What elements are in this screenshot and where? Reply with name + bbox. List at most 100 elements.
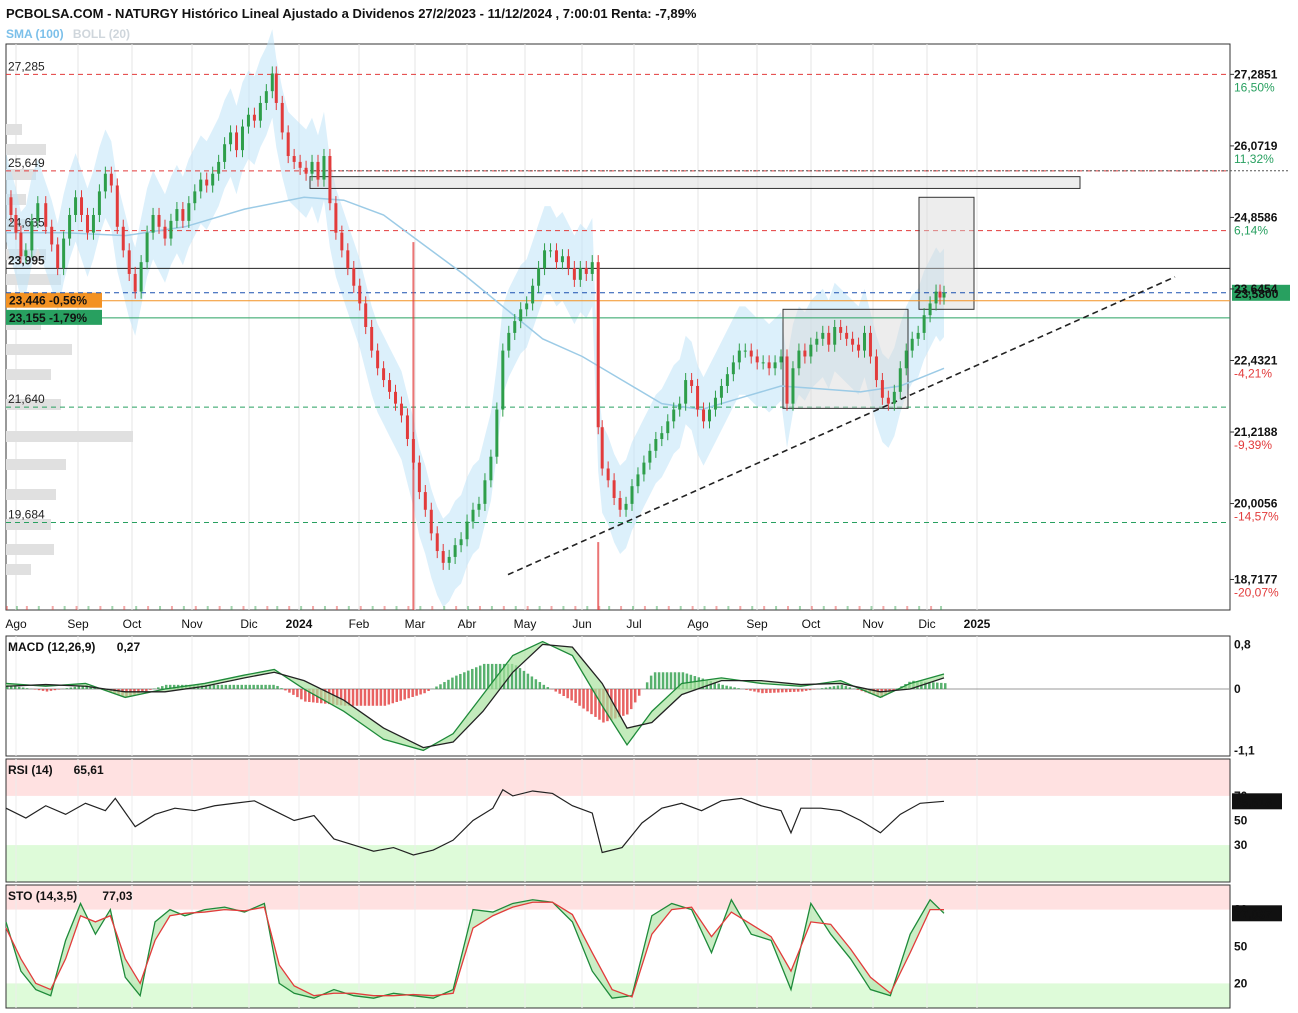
macd-histogram-bar [459, 673, 462, 690]
y-pct-label: 11,32% [1234, 152, 1274, 166]
candle-body [304, 167, 308, 174]
macd-histogram-bar [522, 670, 526, 690]
volume-bar [691, 606, 694, 610]
volume-bar [288, 606, 291, 610]
macd-histogram-bar [590, 689, 593, 715]
macd-histogram-bar [228, 684, 232, 690]
candle-body [280, 102, 284, 133]
volume-bar [63, 606, 66, 610]
candle-body [91, 214, 95, 233]
panel-tick-label: 0,8 [1234, 637, 1251, 651]
volume-profile-bar [6, 544, 54, 555]
candle-body [163, 226, 167, 239]
volume-bar [266, 606, 269, 610]
candle-body [513, 321, 517, 333]
macd-histogram-bar [574, 689, 577, 703]
candle-body [934, 291, 938, 304]
candle-body [115, 185, 119, 227]
y-tick-label: 23,6454 [1234, 282, 1278, 296]
x-tick-label: 2024 [286, 617, 313, 631]
volume-bar [608, 606, 611, 610]
candle-body [50, 226, 54, 245]
macd-histogram-bar [391, 689, 395, 704]
macd-histogram-bar [65, 688, 69, 690]
macd-histogram-bar [630, 689, 633, 710]
candle-body [690, 380, 694, 386]
volume-bar [739, 606, 742, 610]
candle-body [211, 173, 215, 186]
macd-histogram-bar [781, 689, 784, 693]
candle-body [286, 132, 290, 157]
candle-body [767, 362, 771, 369]
macd-histogram-bar [626, 689, 629, 715]
macd-histogram-bar [53, 689, 57, 691]
candle-body [340, 232, 344, 251]
x-tick-label: Feb [349, 617, 370, 631]
candle-body [471, 509, 475, 522]
macd-histogram-bar [757, 689, 760, 693]
macd-histogram-bar [355, 689, 359, 706]
macd-histogram-bar [792, 689, 796, 692]
macd-histogram-bar [411, 689, 414, 697]
candle-body [169, 220, 173, 239]
macd-histogram-bar [645, 682, 649, 690]
macd-histogram-bar [69, 687, 73, 690]
candle-body [121, 226, 125, 251]
volume-bar [514, 606, 517, 610]
volume-spike [412, 242, 415, 610]
panel-value: 0,27 [117, 640, 141, 654]
macd-histogram-bar [264, 684, 267, 690]
volume-bar [679, 606, 682, 610]
candle-body [252, 114, 256, 121]
volume-bar [383, 606, 386, 610]
macd-histogram-bar [240, 684, 243, 690]
candle-body [240, 126, 244, 151]
panel-tick-label: 50 [1234, 814, 1248, 828]
macd-histogram-bar [371, 689, 375, 706]
candle-body [773, 362, 777, 369]
candle-body [554, 250, 558, 263]
macd-histogram-bar [248, 684, 251, 690]
macd-histogram-bar [367, 689, 371, 706]
macd-histogram-bar [765, 689, 768, 694]
candle-body [660, 433, 664, 440]
candle-body [483, 480, 487, 504]
candle-body [459, 539, 463, 546]
volume-profile-bar [6, 369, 51, 380]
candle-body [399, 403, 403, 416]
candle-body [417, 462, 421, 493]
volume-bar [99, 606, 102, 610]
candle-body [370, 327, 374, 351]
candle-body [827, 332, 831, 345]
level-label: 19,684 [8, 508, 45, 522]
chart-title: PCBOLSA.COM - NATURGY Histórico Lineal A… [6, 6, 697, 21]
volume-bar [490, 606, 493, 610]
x-tick-label: Nov [181, 617, 202, 631]
legend-boll: BOLL (20) [73, 27, 130, 41]
macd-histogram-bar [232, 684, 236, 690]
candle-body [229, 132, 233, 145]
candle-body [713, 397, 717, 410]
candle-body [453, 545, 457, 557]
candle-body [85, 214, 89, 233]
candle-body [310, 161, 314, 174]
macd-histogram-bar [836, 685, 840, 690]
candle-body [394, 391, 398, 404]
x-tick-label: Sep [67, 617, 89, 631]
panel-tick-label: -1,1 [1234, 743, 1255, 757]
candle-body [731, 362, 735, 375]
candle-body [68, 214, 72, 239]
volume-profile-bar [6, 564, 31, 575]
volume-bar [111, 606, 114, 610]
candle-body [405, 415, 409, 440]
macd-histogram-bar [73, 686, 77, 690]
macd-histogram-bar [669, 672, 673, 690]
volume-bar [550, 606, 553, 610]
candle-body [719, 385, 723, 398]
macd-histogram-bar [212, 684, 216, 690]
macd-histogram-bar [25, 688, 29, 690]
candle-body [815, 338, 819, 345]
macd-histogram-bar [578, 689, 581, 706]
macd-histogram-bar [526, 673, 530, 690]
candle-body [382, 368, 386, 381]
